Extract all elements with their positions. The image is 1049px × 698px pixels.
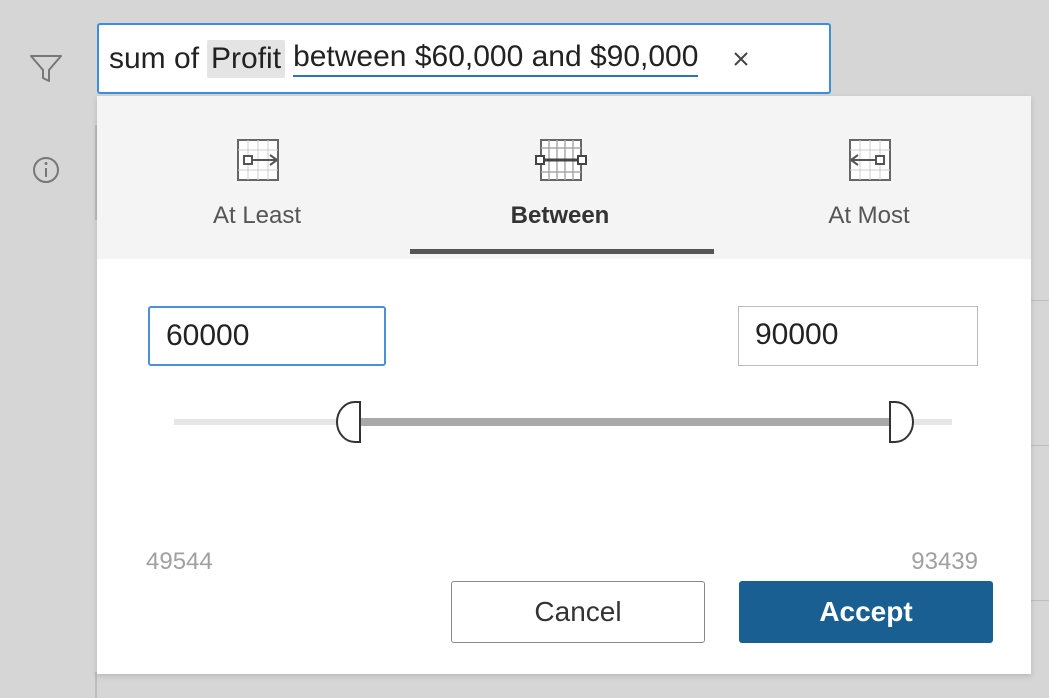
at-least-icon — [230, 136, 284, 184]
close-icon[interactable] — [728, 46, 754, 72]
cancel-button[interactable]: Cancel — [451, 581, 705, 643]
min-value-input[interactable]: 60000 — [148, 306, 386, 366]
between-icon — [533, 136, 587, 184]
query-field-chip[interactable]: Profit — [207, 39, 286, 78]
query-input[interactable]: sum of Profit between $60,000 and $90,00… — [97, 23, 831, 94]
filter-type-tabs: At Least Between At Most — [97, 96, 1031, 259]
range-slider[interactable] — [97, 386, 1031, 446]
active-tab-indicator — [410, 249, 714, 254]
tab-at-most[interactable]: At Most — [719, 96, 1019, 259]
tab-between[interactable]: Between — [410, 96, 710, 259]
tab-at-least[interactable]: At Least — [107, 96, 407, 259]
max-value-input[interactable]: 90000 — [738, 306, 978, 366]
accept-button[interactable]: Accept — [739, 581, 993, 643]
query-condition[interactable]: between $60,000 and $90,000 — [293, 40, 699, 77]
tab-between-label: Between — [510, 202, 610, 229]
slider-selected-range — [359, 418, 892, 426]
tab-at-least-label: At Least — [212, 202, 302, 229]
slider-min-handle[interactable] — [335, 400, 362, 444]
tab-at-most-label: At Most — [828, 202, 910, 229]
at-most-icon — [842, 136, 896, 184]
filter-icon[interactable] — [26, 48, 66, 88]
left-rail — [0, 0, 95, 698]
range-max-label: 93439 — [911, 548, 978, 575]
range-min-label: 49544 — [146, 548, 213, 575]
info-icon[interactable] — [26, 150, 66, 190]
query-prefix: sum of — [109, 41, 200, 75]
range-filter-panel: At Least Between At Most 60000 90000 495… — [97, 96, 1031, 674]
slider-max-handle[interactable] — [889, 400, 915, 444]
